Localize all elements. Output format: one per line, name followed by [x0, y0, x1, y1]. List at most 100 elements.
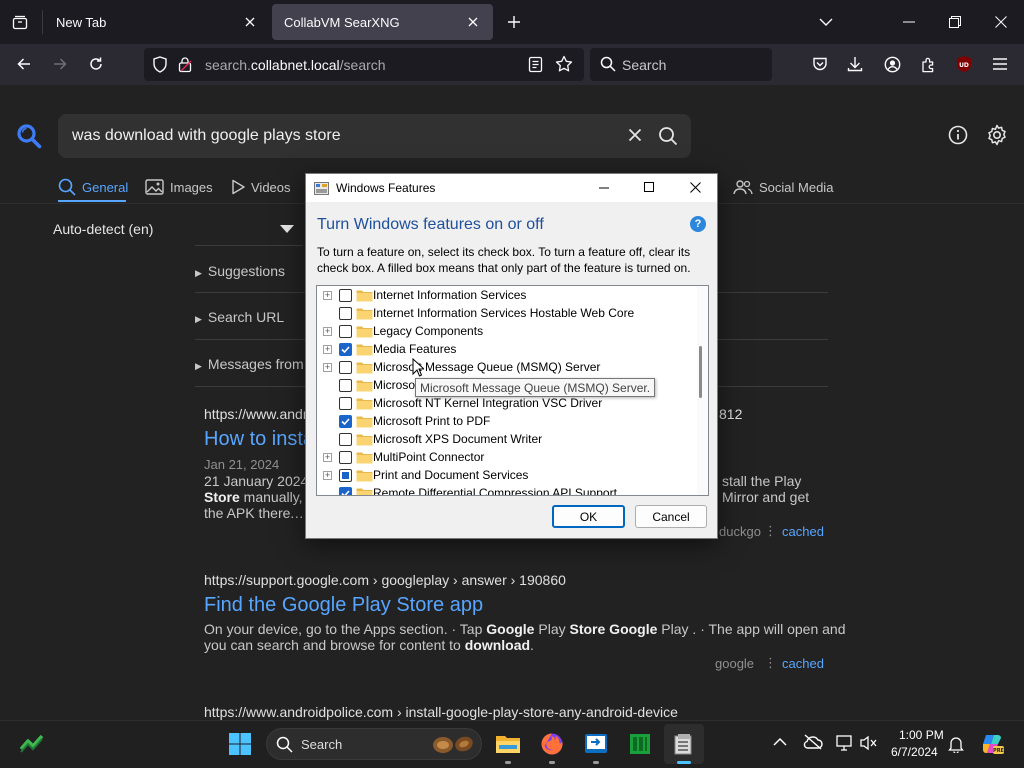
list-all-tabs-icon[interactable]: [8, 10, 32, 34]
forward-arrow-icon[interactable]: [44, 48, 76, 80]
feature-row[interactable]: + Legacy Components: [317, 322, 693, 340]
tab-videos[interactable]: Videos: [231, 176, 291, 198]
remote-desktop-icon[interactable]: [576, 724, 616, 764]
result-1-title[interactable]: How to insta: [204, 428, 314, 451]
copilot-icon[interactable]: PRE: [980, 732, 1004, 756]
result-1-engine: duckgo: [719, 524, 761, 539]
search-submit-icon[interactable]: [658, 126, 678, 146]
clear-query-icon[interactable]: [628, 128, 642, 142]
tab-social-media[interactable]: Social Media: [733, 176, 833, 198]
cloud-offline-icon[interactable]: [803, 734, 823, 750]
close-tab-icon[interactable]: [242, 14, 258, 30]
clock-date[interactable]: 6/7/2024: [891, 745, 938, 759]
windows-features-taskbar-icon[interactable]: [664, 724, 704, 764]
feature-checkbox[interactable]: [339, 450, 352, 464]
scrollbar-thumb[interactable]: [699, 346, 702, 398]
account-icon[interactable]: [876, 48, 908, 80]
feature-checkbox[interactable]: [339, 432, 352, 446]
volume-muted-icon[interactable]: [860, 735, 878, 751]
restore-window-icon[interactable]: [944, 12, 966, 32]
feature-row[interactable]: + Microsoft Message Queue (MSMQ) Server: [317, 358, 693, 376]
language-select[interactable]: Auto-detect (en): [53, 221, 298, 239]
result-2-title[interactable]: Find the Google Play Store app: [204, 594, 483, 617]
clock-time[interactable]: 1:00 PM: [899, 728, 944, 742]
back-arrow-icon[interactable]: [8, 48, 40, 80]
downloads-icon[interactable]: [839, 48, 871, 80]
tab-new-tab[interactable]: New Tab: [44, 4, 270, 40]
new-tab-plus-icon[interactable]: [504, 12, 524, 32]
bookmark-star-icon[interactable]: [555, 55, 573, 73]
expand-plus-icon[interactable]: +: [323, 452, 332, 462]
chevron-down-icon[interactable]: [816, 12, 836, 32]
feature-row[interactable]: Microsoft XPS Document Writer: [317, 430, 693, 448]
chevron-up-icon[interactable]: [773, 737, 787, 747]
result-1-cached-link[interactable]: cached: [782, 524, 824, 539]
shield-icon[interactable]: [152, 56, 168, 73]
file-explorer-icon[interactable]: [488, 724, 528, 764]
lock-icon[interactable]: [178, 56, 192, 73]
info-icon[interactable]: [948, 125, 968, 145]
hamburger-menu-icon[interactable]: [984, 48, 1016, 80]
feature-checkbox[interactable]: [339, 486, 352, 495]
feature-checkbox[interactable]: [339, 288, 352, 302]
network-icon[interactable]: [836, 735, 854, 751]
minimize-icon[interactable]: [599, 182, 610, 193]
ublock-origin-icon[interactable]: UD: [948, 48, 980, 80]
close-window-icon[interactable]: [990, 12, 1012, 32]
close-icon[interactable]: [690, 182, 701, 193]
searxng-logo-icon[interactable]: [16, 123, 42, 149]
expand-plus-icon[interactable]: +: [323, 326, 332, 336]
feature-checkbox[interactable]: [339, 306, 352, 320]
start-windows-icon[interactable]: [220, 724, 260, 764]
help-icon[interactable]: ?: [690, 216, 706, 232]
notifications-bell-icon[interactable]: [948, 735, 964, 753]
feature-row[interactable]: + Print and Document Services: [317, 466, 693, 484]
tab-collabvm-searxng[interactable]: CollabVM SearXNG: [272, 4, 493, 40]
feature-row[interactable]: + MultiPoint Connector: [317, 448, 693, 466]
feature-row[interactable]: + Internet Information Services: [317, 286, 693, 304]
feature-checkbox[interactable]: [339, 414, 352, 428]
taskbar-search[interactable]: Search: [266, 728, 482, 760]
feature-row[interactable]: Microsoft Print to PDF: [317, 412, 693, 430]
feature-checkbox[interactable]: [339, 468, 352, 482]
expand-plus-icon[interactable]: +: [323, 470, 332, 480]
pocket-icon[interactable]: [804, 48, 836, 80]
browser-search-box[interactable]: Search: [590, 48, 772, 81]
green-app-icon[interactable]: [620, 724, 660, 764]
result-2-url[interactable]: https://support.google.com › googleplay …: [204, 572, 566, 588]
tab-images[interactable]: Images: [145, 176, 213, 198]
maximize-icon[interactable]: [644, 182, 655, 193]
messages-toggle[interactable]: ▶ Messages from: [195, 356, 304, 372]
feature-checkbox[interactable]: [339, 360, 352, 374]
dialog-titlebar[interactable]: Windows Features: [306, 174, 717, 202]
cancel-button[interactable]: Cancel: [635, 505, 707, 528]
extensions-puzzle-icon[interactable]: [912, 48, 944, 80]
feature-checkbox[interactable]: [339, 396, 352, 410]
suggestions-toggle[interactable]: ▶ Suggestions: [195, 263, 285, 279]
search-url-toggle[interactable]: ▶ Search URL: [195, 309, 284, 325]
feature-checkbox[interactable]: [339, 324, 352, 338]
url-bar[interactable]: search.collabnet.local/search: [144, 48, 584, 81]
ok-button[interactable]: OK: [552, 505, 625, 528]
expand-plus-icon[interactable]: +: [323, 344, 332, 354]
preferences-gear-icon[interactable]: [986, 124, 1008, 146]
result-3-url[interactable]: https://www.androidpolice.com › install-…: [204, 704, 678, 720]
expand-plus-icon[interactable]: +: [323, 290, 332, 300]
reload-icon[interactable]: [80, 48, 112, 80]
feature-row[interactable]: Remote Differential Compression API Supp…: [317, 484, 693, 495]
result-1-url-tail[interactable]: 812: [719, 406, 742, 422]
tab-general[interactable]: General: [58, 176, 128, 198]
reader-view-icon[interactable]: [528, 56, 544, 73]
feature-row[interactable]: Internet Information Services Hostable W…: [317, 304, 693, 322]
feature-row[interactable]: + Media Features: [317, 340, 693, 358]
firefox-icon[interactable]: [532, 724, 572, 764]
expand-plus-icon[interactable]: +: [323, 362, 332, 372]
widgets-stocks-icon[interactable]: [20, 734, 44, 754]
result-2-cached-link[interactable]: cached: [782, 656, 824, 671]
result-1-url[interactable]: https://www.andr: [204, 406, 308, 422]
minimize-icon[interactable]: [898, 12, 920, 32]
feature-checkbox[interactable]: [339, 378, 352, 392]
query-input[interactable]: was download with google plays store: [58, 114, 691, 158]
feature-checkbox[interactable]: [339, 342, 352, 356]
close-tab-icon[interactable]: [465, 14, 481, 30]
